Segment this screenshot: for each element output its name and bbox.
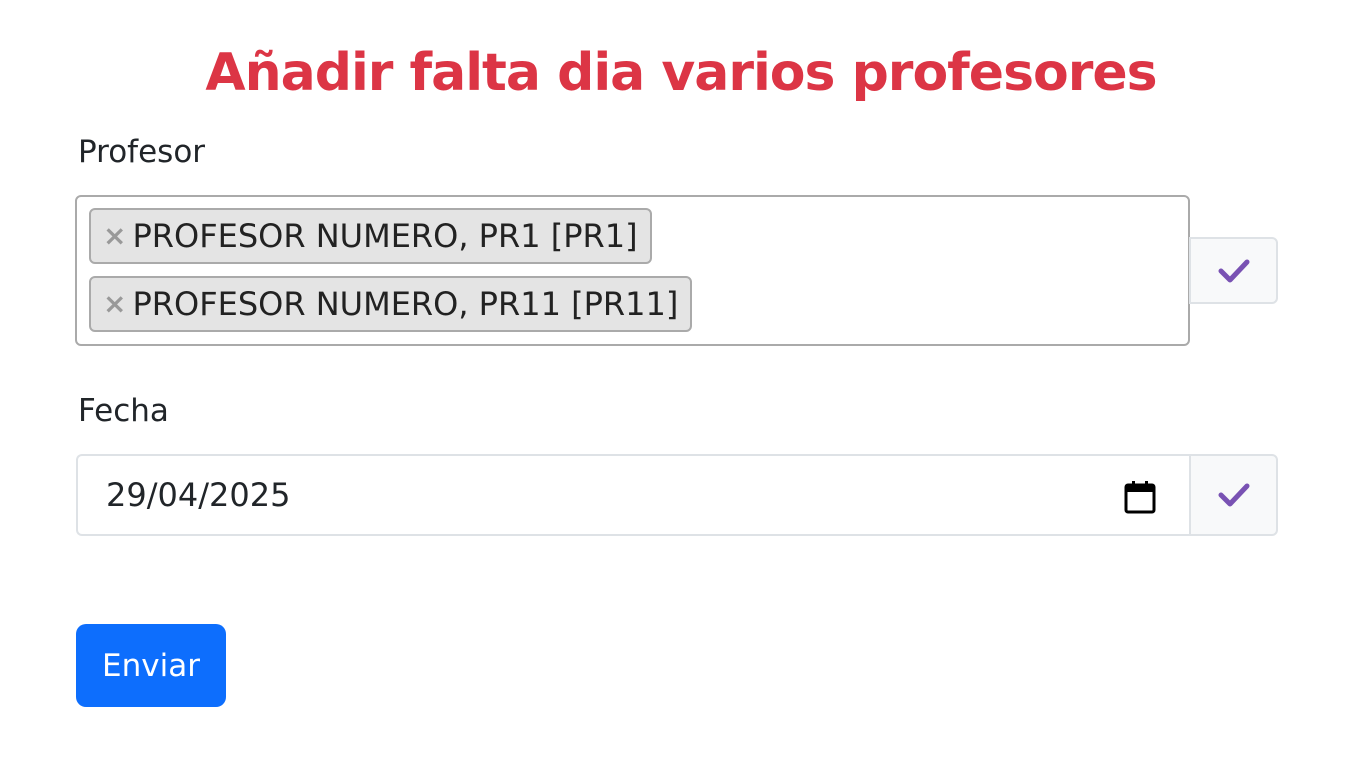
profesor-valid-addon: [1189, 237, 1278, 304]
check-icon: [1218, 482, 1250, 508]
profesor-multiselect[interactable]: × PROFESOR NUMERO, PR1 [PR1] × PROFESOR …: [75, 195, 1190, 346]
selected-tag-pr1: × PROFESOR NUMERO, PR1 [PR1]: [89, 208, 652, 264]
selected-tag-pr11: × PROFESOR NUMERO, PR11 [PR11]: [89, 276, 693, 332]
tag-label: PROFESOR NUMERO, PR1 [PR1]: [132, 217, 638, 255]
check-icon: [1218, 258, 1250, 284]
profesor-label: Profesor: [78, 134, 206, 170]
fecha-label: Fecha: [78, 393, 169, 429]
calendar-icon[interactable]: [1124, 480, 1156, 514]
remove-tag-icon[interactable]: ×: [103, 290, 126, 318]
tag-label: PROFESOR NUMERO, PR11 [PR11]: [132, 285, 679, 323]
remove-tag-icon[interactable]: ×: [103, 222, 126, 250]
fecha-valid-addon: [1189, 454, 1278, 536]
date-value: 29/04/2025: [106, 476, 291, 514]
submit-button[interactable]: Enviar: [76, 624, 226, 707]
page-title: Añadir falta dia varios profesores: [205, 43, 1157, 103]
fecha-date-input[interactable]: 29/04/2025: [76, 454, 1190, 536]
